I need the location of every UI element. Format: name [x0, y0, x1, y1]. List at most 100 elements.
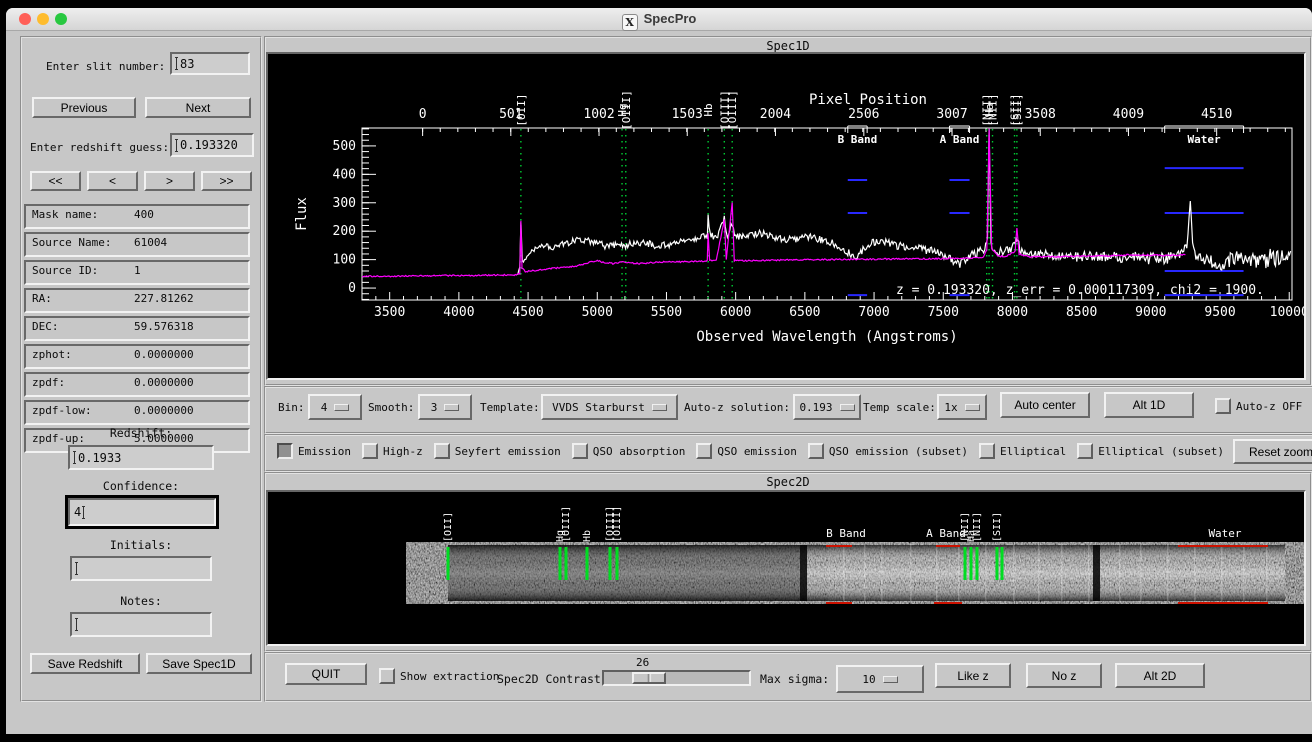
- quit-button[interactable]: QUIT: [285, 663, 367, 685]
- info-value: 400: [134, 208, 154, 221]
- svg-text:1002: 1002: [583, 107, 614, 122]
- info-label: Source ID:: [32, 264, 99, 277]
- redshift-guess-input[interactable]: 0.193320: [170, 133, 254, 157]
- max-sigma-label: Max sigma:: [760, 672, 830, 686]
- svg-text:8500: 8500: [1066, 305, 1097, 320]
- bottom-controls: QUIT Show extraction Spec2D Contrast: 26…: [264, 652, 1312, 702]
- slit-number-label: Enter slit number:: [46, 60, 166, 73]
- template-checkbox-row: Emission High-z Seyfert emission QSO absorp…: [277, 443, 1312, 459]
- spec1d-panel: Spec1D 3500 4000 4500 5000 5500 6000 6500 7000 7…: [264, 36, 1312, 386]
- initials-input[interactable]: [70, 556, 212, 581]
- next-button[interactable]: Next: [145, 97, 251, 118]
- step-back-button[interactable]: <: [87, 171, 138, 191]
- redshift-input[interactable]: 0.1933: [68, 445, 214, 470]
- checkbox-label: QSO absorption: [592, 444, 686, 458]
- checkbox-icon: [433, 443, 450, 459]
- svg-text:100: 100: [333, 253, 356, 268]
- svg-text:[OIII]: [OIII]: [561, 506, 572, 542]
- checkbox-icon: [1215, 398, 1231, 414]
- option-menu-icon: [964, 403, 980, 411]
- svg-text:3508: 3508: [1025, 107, 1056, 122]
- info-row-zpdf: zpdf: 0.0000000: [24, 372, 250, 397]
- alt-1d-button[interactable]: Alt 1D: [1104, 392, 1194, 418]
- checkbox-high-z[interactable]: High-z: [361, 443, 423, 459]
- max-sigma-dropdown[interactable]: 10: [836, 665, 924, 693]
- initials-label: Initials:: [109, 538, 173, 552]
- checkbox-label: Seyfert emission: [454, 444, 561, 458]
- svg-text:Observed Wavelength (Angstroms: Observed Wavelength (Angstroms): [696, 329, 957, 345]
- checkbox-emission[interactable]: Emission: [277, 443, 351, 459]
- template-dropdown[interactable]: VVDS Starburst: [541, 394, 678, 420]
- show-extraction-checkbox[interactable]: Show extraction: [379, 668, 499, 684]
- info-label: DEC:: [32, 320, 59, 333]
- info-label: Mask name:: [32, 208, 99, 221]
- svg-text:[SII]: [SII]: [992, 512, 1003, 542]
- info-value: 61004: [134, 236, 168, 249]
- text-caret: [82, 505, 86, 519]
- info-value: 0.0000000: [134, 404, 194, 417]
- checkbox-elliptical[interactable]: Elliptical: [978, 443, 1066, 459]
- svg-text:B Band: B Band: [826, 527, 866, 540]
- checkbox-qso-emission-subset[interactable]: QSO emission (subset): [807, 443, 968, 459]
- svg-text:400: 400: [333, 167, 356, 182]
- text-caret: [73, 451, 76, 464]
- info-rows: Mask name: 400 Source Name: 61004 Source ID:…: [24, 204, 250, 456]
- auto-center-button[interactable]: Auto center: [1000, 392, 1090, 418]
- notes-label: Notes:: [120, 594, 162, 608]
- svg-text:z = 0.193320, z_err = 0.000117: z = 0.193320, z_err = 0.000117309, chi2 …: [896, 283, 1264, 298]
- alt-2d-button[interactable]: Alt 2D: [1115, 663, 1205, 688]
- svg-text:200: 200: [333, 224, 356, 239]
- reset-zoom-button[interactable]: Reset zoom: [1233, 439, 1312, 464]
- autoz-solution-dropdown[interactable]: 0.193: [793, 394, 861, 420]
- confidence-input[interactable]: 4: [68, 498, 216, 526]
- temp-scale-dropdown[interactable]: 1x: [937, 394, 987, 420]
- slit-number-input[interactable]: 83: [170, 52, 250, 75]
- autoz-off-checkbox[interactable]: Auto-z OFF: [1215, 398, 1302, 414]
- bin-dropdown[interactable]: 4: [308, 394, 362, 420]
- info-value: 227.81262: [134, 292, 194, 305]
- info-row-source-name: Source Name: 61004: [24, 232, 250, 257]
- checkbox-elliptical-subset[interactable]: Elliptical (subset): [1077, 443, 1224, 459]
- info-label: zpdf-low:: [32, 404, 92, 417]
- checkbox-qso-absorption[interactable]: QSO absorption: [571, 443, 686, 459]
- contrast-label: Spec2D Contrast:: [497, 672, 608, 686]
- checkbox-label: QSO emission: [717, 444, 797, 458]
- spec1d-chart[interactable]: 3500 4000 4500 5000 5500 6000 6500 7000 7500 8000…: [268, 54, 1309, 378]
- spec2d-image[interactable]: [OII] Hg[OIII] Hb [OIII][OIII] [NII]Ha[NII][…: [268, 492, 1304, 644]
- like-z-button[interactable]: Like z: [935, 663, 1011, 688]
- save-redshift-button[interactable]: Save Redshift: [30, 653, 140, 674]
- step-back-fast-button[interactable]: <<: [30, 171, 81, 191]
- smooth-dropdown[interactable]: 3: [418, 394, 472, 420]
- x11-icon: X: [621, 14, 638, 31]
- info-row-dec: DEC: 59.576318: [24, 316, 250, 341]
- svg-text:[OIII]: [OIII]: [726, 90, 739, 130]
- no-z-button[interactable]: No z: [1026, 663, 1102, 688]
- contrast-slider[interactable]: [602, 670, 751, 686]
- titlebar: X SpecPro: [6, 8, 1312, 31]
- step-forward-button[interactable]: >: [144, 171, 195, 191]
- template-label: Template:: [480, 401, 540, 414]
- svg-text:[SII]: [SII]: [1011, 93, 1024, 126]
- svg-text:4500: 4500: [512, 305, 543, 320]
- save-spec1d-button[interactable]: Save Spec1D: [146, 653, 252, 674]
- checkbox-icon: [978, 443, 995, 459]
- redshift-guess-label: Enter redshift guess:: [30, 141, 170, 154]
- checkbox-icon: [807, 443, 824, 459]
- info-row-source-id: Source ID: 1: [24, 260, 250, 285]
- contrast-value: 26: [636, 656, 650, 669]
- svg-text:5500: 5500: [651, 305, 682, 320]
- checkbox-seyfert-emission[interactable]: Seyfert emission: [433, 443, 561, 459]
- svg-text:4009: 4009: [1113, 107, 1144, 122]
- checkbox-qso-emission[interactable]: QSO emission: [696, 443, 797, 459]
- notes-input[interactable]: [70, 612, 212, 637]
- autoz-solution-label: Auto-z solution:: [684, 401, 790, 414]
- svg-text:500: 500: [333, 139, 356, 154]
- svg-text:[OII]: [OII]: [443, 512, 454, 542]
- svg-text:0: 0: [348, 281, 356, 296]
- step-forward-fast-button[interactable]: >>: [201, 171, 252, 191]
- info-value: 0.0000000: [134, 348, 194, 361]
- redshift-label: Redshift:: [109, 426, 173, 440]
- spec2d-title: Spec2D: [766, 475, 810, 489]
- previous-button[interactable]: Previous: [32, 97, 136, 118]
- contrast-slider-handle[interactable]: [632, 672, 666, 684]
